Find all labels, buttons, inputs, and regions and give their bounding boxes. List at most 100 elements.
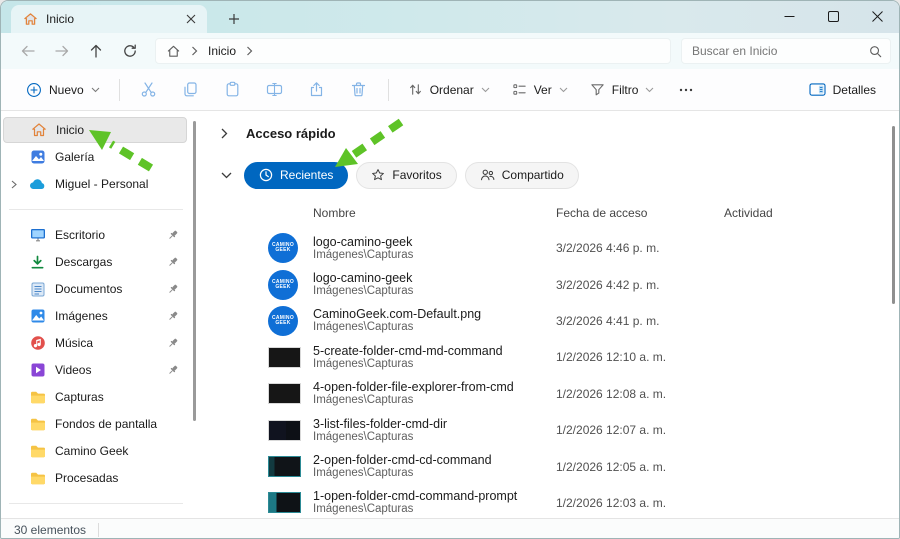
table-row[interactable]: 4-open-folder-file-explorer-from-cmd Imág… [201,376,899,412]
file-thumbnail-logo: CAMINO GEEK [268,233,298,264]
tab-inicio[interactable]: Inicio [11,5,207,33]
table-row[interactable]: 1-open-folder-cmd-command-prompt Imágenes… [201,485,899,518]
sidebar-item-musica[interactable]: Música [3,330,187,356]
sidebar-item-label: Miguel - Personal [55,177,149,191]
cut-button[interactable] [130,74,168,106]
sidebar-item-label: Fondos de pantalla [55,417,158,431]
quick-access-header[interactable]: Acceso rápido [201,121,899,145]
sidebar-item-label: Inicio [56,123,85,137]
sidebar-item-galeria[interactable]: Galería [3,144,187,170]
sidebar-item-documentos[interactable]: Documentos [3,276,187,302]
file-thumbnail-screenshot [268,419,301,441]
maximize-button[interactable] [811,1,855,31]
breadcrumb-chevron-icon [191,46,198,56]
content-scrollbar[interactable] [892,126,895,304]
pin-icon [167,337,179,349]
pin-icon [167,229,179,241]
home-icon [30,122,47,139]
copy-button[interactable] [172,74,210,106]
share-button[interactable] [298,74,336,106]
rename-button[interactable] [256,74,294,106]
sidebar-item-onedrive-miguel[interactable]: Miguel - Personal [3,171,187,197]
sidebar-item-videos[interactable]: Videos [3,357,187,383]
new-tab-button[interactable] [221,7,247,31]
sidebar-item-inicio[interactable]: Inicio [3,117,187,143]
status-bar: 30 elementos [1,518,899,538]
details-button[interactable]: Detalles [800,74,885,106]
gallery-icon [29,149,46,166]
sidebar-item-imagenes[interactable]: Imágenes [3,303,187,329]
file-name: 3-list-files-folder-cmd-dir [313,416,448,431]
star-icon [372,169,385,181]
tab-label: Inicio [46,12,75,26]
sidebar-item-label: Escritorio [55,228,106,242]
search-input[interactable] [692,44,869,58]
command-toolbar: Nuevo Ordenar Ver Filtro Detalles [1,69,899,111]
chevron-down-icon [481,87,490,92]
file-path: Imágenes\Capturas [313,467,414,480]
table-row[interactable]: CAMINO GEEK CaminoGeek.com-Default.png Imá… [201,303,899,339]
ellipsis-icon [680,88,693,91]
column-header-actividad[interactable]: Actividad [724,206,899,220]
file-date: 3/2/2026 4:46 p. m. [556,241,660,256]
details-button-label: Detalles [832,82,876,97]
column-header-fecha[interactable]: Fecha de acceso [556,206,724,220]
close-button[interactable] [855,1,899,31]
file-date: 1/2/2026 12:08 a. m. [556,386,667,401]
sidebar-item-label: Imágenes [55,309,108,323]
file-date: 1/2/2026 12:05 a. m. [556,459,667,474]
sidebar-item-fondos-de-pantalla[interactable]: Fondos de pantalla [3,411,187,437]
chevron-down-icon [559,87,568,92]
address-bar[interactable]: Inicio [155,38,671,64]
refresh-button[interactable] [113,37,147,65]
filter-button-label: Filtro [611,82,639,97]
sidebar-divider [9,209,183,210]
file-date: 3/2/2026 4:41 p. m. [556,313,660,328]
chevron-right-icon[interactable] [11,180,23,189]
tab-close-icon[interactable] [183,11,199,27]
chevron-right-icon[interactable] [221,128,228,139]
table-header: Nombre Fecha de acceso Actividad [201,202,899,224]
filter-button[interactable]: Filtro [581,74,664,106]
sort-button[interactable]: Ordenar [399,74,499,106]
onedrive-cloud-icon [29,176,46,193]
breadcrumb-inicio[interactable]: Inicio [208,44,236,58]
table-row[interactable]: CAMINO GEEK logo-camino-geek Imágenes\Capt… [201,266,899,302]
more-options-button[interactable] [667,74,705,106]
sidebar-item-camino-geek[interactable]: Camino Geek [3,438,187,464]
column-header-nombre[interactable]: Nombre [313,206,556,220]
forward-button[interactable] [45,37,79,65]
table-row[interactable]: 2-open-folder-cmd-cd-command Imágenes\Cap… [201,448,899,484]
tab-compartido[interactable]: Compartido [464,161,579,189]
new-button[interactable]: Nuevo [17,74,109,106]
paste-button[interactable] [214,74,252,106]
sidebar-item-label: Camino Geek [55,444,129,458]
desktop-icon [29,227,46,244]
sidebar-item-label: Música [55,336,94,350]
new-button-label: Nuevo [49,82,84,97]
delete-button[interactable] [340,74,378,106]
tab-recientes[interactable]: Recientes [244,161,349,189]
view-button[interactable]: Ver [503,74,577,106]
sidebar-item-escritorio[interactable]: Escritorio [3,222,187,248]
pin-icon [167,256,179,268]
sidebar-scrollbar[interactable] [193,121,196,421]
search-icon[interactable] [869,45,882,58]
sidebar-item-label: Documentos [55,282,123,296]
file-date: 1/2/2026 12:03 a. m. [556,495,667,510]
table-row[interactable]: 3-list-files-folder-cmd-dir Imágenes\Capt… [201,412,899,448]
sidebar-item-descargas[interactable]: Descargas [3,249,187,275]
table-row[interactable]: CAMINO GEEK logo-camino-geek Imágenes\Capt… [201,230,899,266]
minimize-button[interactable] [767,1,811,31]
home-outline-icon [166,44,181,59]
table-row[interactable]: 5-create-folder-cmd-md-command Imágenes\C… [201,339,899,375]
tab-favoritos[interactable]: Favoritos [356,161,457,189]
sidebar-item-procesadas[interactable]: Procesadas [3,465,187,491]
up-button[interactable] [79,37,113,65]
sidebar-item-capturas[interactable]: Capturas [3,384,187,410]
view-icon [513,84,526,95]
chevron-down-icon[interactable] [221,172,232,179]
file-date: 1/2/2026 12:07 a. m. [556,423,667,438]
back-button[interactable] [11,37,45,65]
file-thumbnail-screenshot [268,383,301,405]
